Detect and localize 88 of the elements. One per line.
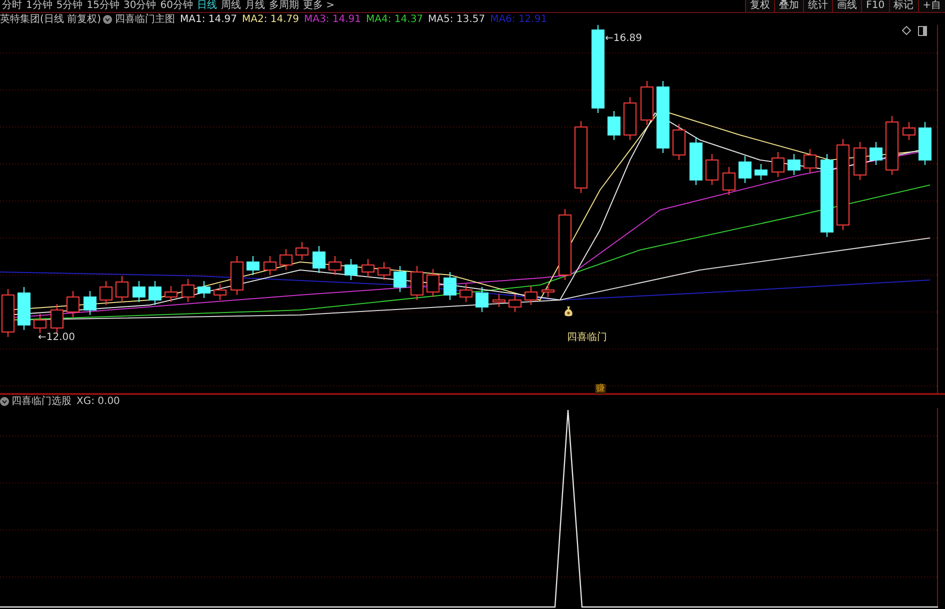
candlestick (738, 156, 752, 184)
toolbar-button[interactable]: F10 (861, 0, 889, 12)
candlestick (542, 284, 554, 298)
signal-label: 四喜临门 (567, 332, 607, 344)
toolbar-button[interactable]: 画线 (832, 0, 862, 12)
candlestick (410, 266, 424, 300)
candlestick (444, 272, 456, 300)
candlestick (18, 286, 30, 330)
candlestick (558, 208, 572, 280)
diamond-icon[interactable] (902, 26, 911, 35)
price-label: ←16.89 (605, 33, 642, 44)
candlestick (100, 280, 112, 306)
candlestick (148, 280, 162, 306)
panel-icon[interactable] (918, 26, 927, 36)
candlestick (492, 294, 506, 308)
candlestick (378, 262, 390, 280)
candlestick (772, 152, 784, 178)
period-tab[interactable]: 1分钟 (24, 0, 54, 12)
price-label: ←12.00 (38, 332, 76, 343)
candlestick (918, 122, 932, 166)
candlestick (870, 142, 882, 166)
candlestick (508, 294, 522, 312)
ma-value: MA4: 14.37 (366, 12, 424, 26)
candlestick (640, 80, 654, 126)
candlestick (66, 290, 80, 318)
candlestick (902, 122, 916, 140)
period-tab[interactable]: 5分钟 (54, 0, 85, 12)
candlestick (84, 290, 96, 316)
candlestick (328, 256, 342, 276)
candlestick (280, 248, 292, 270)
candlestick (230, 256, 244, 296)
ma-value: MA1: 14.97 (180, 12, 237, 26)
candlestick (426, 268, 440, 298)
period-tab[interactable]: 更多 > (300, 0, 337, 12)
period-tab[interactable]: 多周期 (266, 0, 301, 12)
candlestick (886, 116, 898, 176)
candlestick (362, 258, 374, 278)
period-tab[interactable]: 日线 (194, 0, 219, 12)
formula-name: 四喜临门主图 (114, 12, 175, 26)
candlestick (296, 242, 308, 260)
candlestick (672, 124, 686, 160)
candlestick (2, 288, 14, 338)
toolbar-button[interactable]: 标记 (888, 0, 918, 12)
candlestick (690, 136, 702, 186)
toolbar-button[interactable]: +自 (918, 0, 945, 12)
candlestick (132, 280, 146, 302)
candlestick (754, 164, 768, 180)
candlestick (476, 286, 488, 312)
candlestick (394, 266, 406, 292)
period-tab[interactable]: 月线 (242, 0, 267, 12)
candlestick (182, 278, 194, 302)
candlestick (788, 154, 800, 176)
candlestick (246, 256, 260, 276)
period-tab[interactable]: 15分钟 (84, 0, 122, 12)
period-tab[interactable]: 分时 (0, 0, 24, 12)
dropdown-icon[interactable] (103, 14, 112, 24)
candlestick (344, 258, 358, 280)
indicator-reading: XG: 0.00 (76, 395, 120, 408)
signal-marker: 赚 (595, 384, 606, 394)
candlestick (608, 110, 620, 140)
ma-value: MA6: 12.91 (490, 12, 548, 26)
candlestick (34, 314, 46, 334)
period-tab[interactable]: 30分钟 (121, 0, 158, 12)
candlestick (264, 256, 276, 276)
candlestick (524, 286, 538, 306)
toolbar-button[interactable]: 复权 (745, 0, 774, 12)
candlestick (624, 96, 636, 140)
ma-value: MA5: 13.57 (428, 12, 486, 26)
candlestick (722, 166, 736, 196)
ma-value: MA3: 14.91 (304, 12, 362, 26)
ma-value: MA2: 14.79 (242, 12, 300, 26)
indicator-title: 四喜临门选股 (12, 395, 72, 408)
candlestick (854, 142, 866, 180)
candlestick (198, 280, 210, 298)
stock-title: 英特集团(日线 前复权) (0, 12, 101, 26)
candlestick (706, 154, 718, 186)
money-bag-icon (564, 306, 573, 317)
toolbar-button[interactable]: 叠加 (774, 0, 804, 12)
candlestick (164, 286, 178, 302)
candlestick (460, 284, 472, 302)
period-tab[interactable]: 60分钟 (158, 0, 195, 12)
dropdown-icon[interactable] (0, 397, 9, 406)
candlestick (214, 284, 226, 300)
candlestick (312, 246, 326, 274)
candlestick (804, 148, 816, 174)
candlestick (50, 304, 64, 334)
candlestick (116, 276, 128, 302)
period-tab[interactable]: 周线 (218, 0, 243, 12)
